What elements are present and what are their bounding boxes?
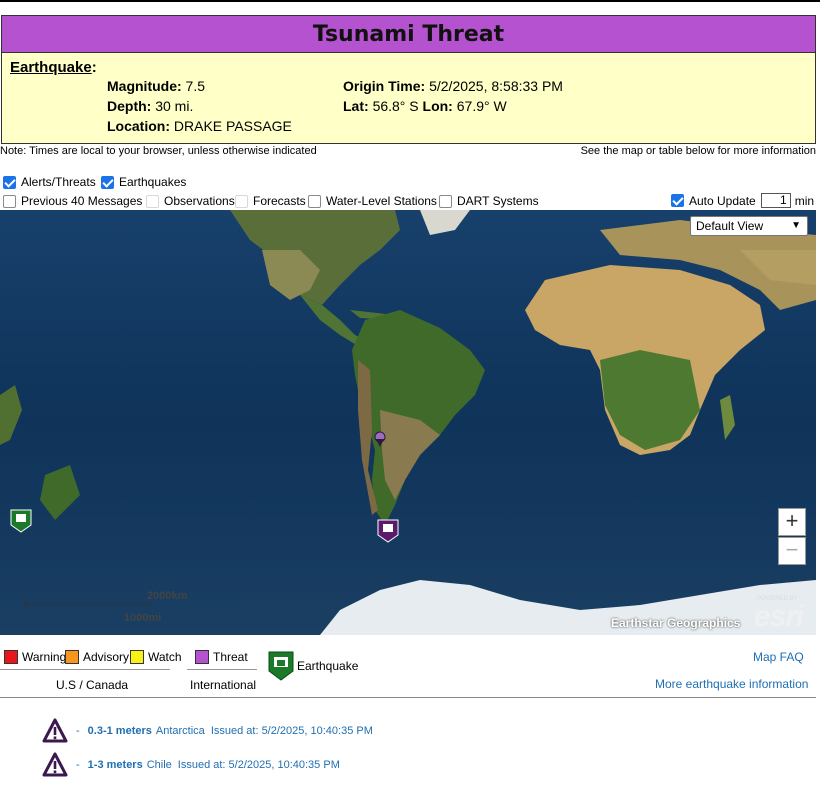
legend-watch: Watch [130,650,182,664]
view-select[interactable]: Default View ▼ [690,216,808,236]
legend-us-canada: U.S / Canada [56,678,129,692]
zoom-in-button[interactable]: + [778,508,806,536]
lat-lon: Lat: 56.8° S Lon: 67.9° W [343,98,507,114]
threat-row[interactable]: - 0.3-1 meters Antarctica Issued at: 5/2… [42,718,373,744]
esri-logo: esri [754,600,804,633]
magnitude: Magnitude: 7.5 [107,78,206,94]
location: Location: DRAKE PASSAGE [107,118,292,134]
section-divider [0,697,816,698]
layer-dart[interactable]: DART Systems [439,194,539,208]
auto-update-input[interactable]: 1 [760,193,791,208]
threat-swatch [195,650,209,664]
warning-triangle-icon [42,718,68,743]
international-divider [187,669,257,670]
layer-earthquakes[interactable]: Earthquakes [101,175,186,189]
legend-threat: Threat [195,650,248,664]
layer-observations[interactable]: Observations [146,194,235,208]
earthquakes-checkbox[interactable] [101,175,114,189]
scale-mi: 1000mi [124,612,162,624]
chevron-down-icon: ▼ [791,220,801,231]
layer-alerts[interactable]: Alerts/Threats [3,175,96,189]
watch-swatch [130,650,144,664]
zoom-out-button[interactable]: − [778,537,806,565]
auto-update-checkbox[interactable] [671,194,684,207]
page-title: Tsunami Threat [1,15,816,53]
map-faq-link[interactable]: Map FAQ [753,650,804,664]
depth: Depth: 30 mi. [107,98,194,114]
top-border [0,0,820,2]
legend-earthquake: Earthquake [268,651,358,681]
warning-swatch [4,650,18,664]
map-view[interactable]: Default View ▼ + − 2000km 1000mi Earthst… [0,210,816,635]
us-canada-divider [0,669,170,670]
earthquake-heading: Earthquake: [10,59,97,76]
threat-row[interactable]: - 1-3 meters Chile Issued at: 5/2/2025, … [42,752,340,778]
warning-triangle-icon [42,752,68,777]
legend-international: International [190,678,257,692]
alerts-checkbox[interactable] [3,175,16,189]
map-note: See the map or table below for more info… [580,145,816,157]
map-attribution: Earthstar Geographics [611,616,741,630]
forecasts-checkbox[interactable] [235,194,248,208]
advisory-swatch [65,650,79,664]
more-earthquake-info-link[interactable]: More earthquake information [655,677,808,691]
time-note: Note: Times are local to your browser, u… [0,145,317,157]
earthquake-icon [268,651,294,681]
dart-checkbox[interactable] [439,194,452,208]
layer-previous[interactable]: Previous 40 Messages [3,194,142,208]
scale-km: 2000km [147,590,188,602]
map-canvas [0,210,816,635]
origin-time: Origin Time: 5/2/2025, 8:58:33 PM [343,78,563,94]
water-level-checkbox[interactable] [308,194,321,208]
auto-update[interactable]: Auto Update 1 min [671,193,814,208]
legend-advisory: Advisory [65,650,129,664]
layer-water-level[interactable]: Water-Level Stations [308,194,437,208]
previous-checkbox[interactable] [3,194,16,208]
observations-checkbox[interactable] [146,194,159,208]
legend-warning: Warning [4,650,66,664]
layer-forecasts[interactable]: Forecasts [235,194,306,208]
earthquake-panel: Earthquake: Magnitude: 7.5 Depth: 30 mi.… [1,53,816,144]
